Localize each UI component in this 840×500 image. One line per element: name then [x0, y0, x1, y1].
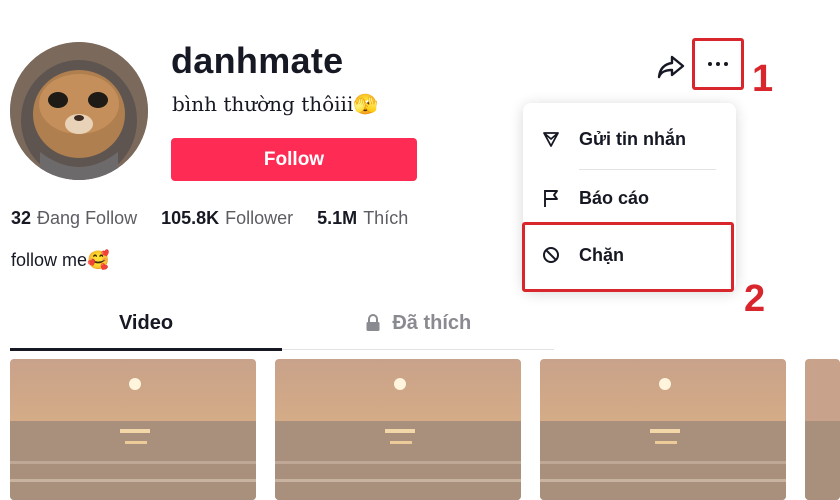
lock-icon [366, 314, 380, 331]
more-icon [708, 62, 728, 66]
menu-item-label: Gửi tin nhắn [579, 128, 687, 149]
likes-label: Thích [363, 208, 409, 228]
step-number-1: 1 [752, 58, 774, 100]
following-count[interactable]: 32 [11, 208, 31, 229]
tab-liked[interactable]: Đã thích [282, 302, 554, 350]
video-grid [0, 359, 840, 500]
tab-video-label: Video [118, 312, 174, 334]
menu-item-label: Báo cáo [579, 187, 650, 208]
share-icon[interactable] [656, 53, 686, 81]
video-thumbnail[interactable] [10, 359, 256, 500]
menu-item-report[interactable]: Báo cáo [523, 169, 736, 227]
avatar-image [10, 42, 148, 180]
menu-item-send-message[interactable]: Gửi tin nhắn [523, 110, 736, 168]
step-number-2: 2 [744, 278, 766, 320]
tab-video[interactable]: Video [10, 302, 282, 351]
more-button[interactable] [692, 38, 744, 90]
flag-icon [541, 188, 561, 208]
profile-tabs: Video Đã thích [10, 302, 554, 351]
nickname: bình thường thôiii🫣 [172, 92, 379, 116]
following-label[interactable]: Đang Follow [37, 208, 137, 229]
follower-count[interactable]: 105.8K [161, 208, 219, 229]
username: danhmate [171, 40, 344, 81]
profile-stats: 32 Đang Follow 105.8K Follower 5.1M Thíc… [11, 208, 432, 229]
follower-label[interactable]: Follower [225, 208, 293, 229]
tab-liked-label: Đã thích [392, 312, 472, 334]
avatar[interactable] [10, 42, 148, 180]
video-thumbnail[interactable] [275, 359, 521, 500]
block-highlight-box [522, 222, 734, 292]
send-icon [541, 129, 561, 149]
likes-count: 5.1M [317, 208, 358, 228]
video-thumbnail[interactable] [805, 359, 840, 500]
follow-button[interactable]: Follow [171, 138, 417, 181]
bio: follow me🥰 [11, 250, 110, 270]
video-thumbnail[interactable] [540, 359, 786, 500]
